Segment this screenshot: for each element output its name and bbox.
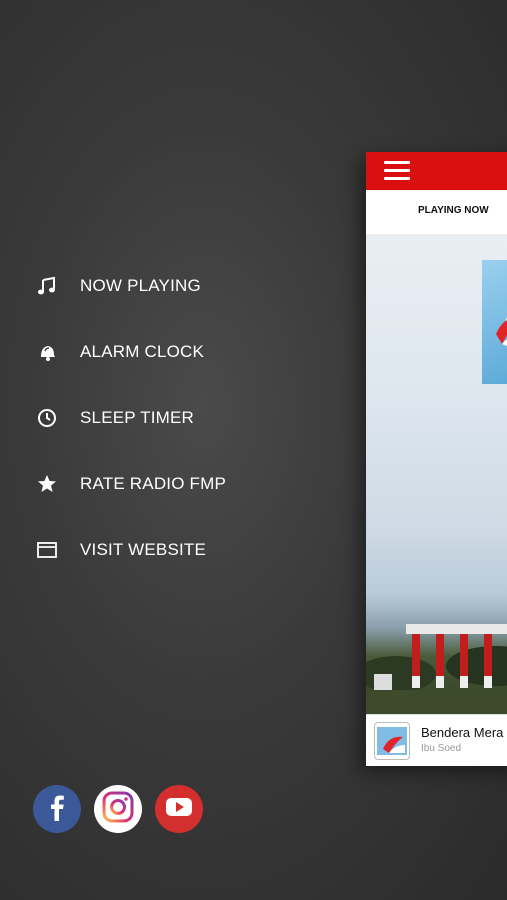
- youtube-icon: [165, 797, 193, 822]
- artist-name: Ibu Soed: [421, 743, 462, 754]
- facebook-icon: [45, 793, 69, 826]
- menu-item-sleep-timer[interactable]: SLEEP TIMER: [36, 398, 336, 438]
- menu-item-visit-website[interactable]: VISIT WEBSITE: [36, 530, 336, 570]
- menu-item-label: NOW PLAYING: [80, 276, 201, 295]
- menu-item-now-playing[interactable]: NOW PLAYING: [36, 266, 336, 306]
- bell-icon: [36, 341, 58, 363]
- instagram-icon: [101, 790, 135, 829]
- background-image: [366, 234, 507, 714]
- menu-item-alarm-clock[interactable]: ALARM CLOCK: [36, 332, 336, 372]
- menu-item-rate-app[interactable]: RATE RADIO FMP: [36, 464, 336, 504]
- app-header: [366, 152, 507, 190]
- star-icon: [36, 473, 58, 495]
- menu-item-label: SLEEP TIMER: [80, 408, 195, 427]
- music-note-icon: [36, 275, 58, 297]
- station-logo-thumbnail: [374, 722, 410, 760]
- tab-bar: PLAYING NOW: [366, 190, 507, 237]
- youtube-button[interactable]: [155, 785, 203, 833]
- menu-item-label: ALARM CLOCK: [80, 342, 205, 361]
- instagram-button[interactable]: [94, 785, 142, 833]
- menu-item-label: VISIT WEBSITE: [80, 540, 207, 559]
- hamburger-menu-icon[interactable]: [384, 161, 410, 181]
- facebook-button[interactable]: [33, 785, 81, 833]
- side-menu: NOW PLAYING ALARM CLOCK SLEEP TIMER RATE…: [0, 0, 360, 900]
- now-playing-bar[interactable]: Bendera Mera Ibu Soed: [366, 714, 507, 766]
- clock-icon: [36, 407, 58, 429]
- menu-item-label: RATE RADIO FMP: [80, 474, 227, 493]
- monument-illustration: [366, 624, 507, 714]
- tab-playing-now[interactable]: PLAYING NOW: [418, 205, 489, 216]
- browser-window-icon: [36, 539, 58, 561]
- album-art: [482, 260, 507, 384]
- song-title: Bendera Mera: [421, 725, 504, 740]
- app-preview-panel[interactable]: PLAYING NOW Bendera Mera Ibu Soed: [366, 152, 507, 766]
